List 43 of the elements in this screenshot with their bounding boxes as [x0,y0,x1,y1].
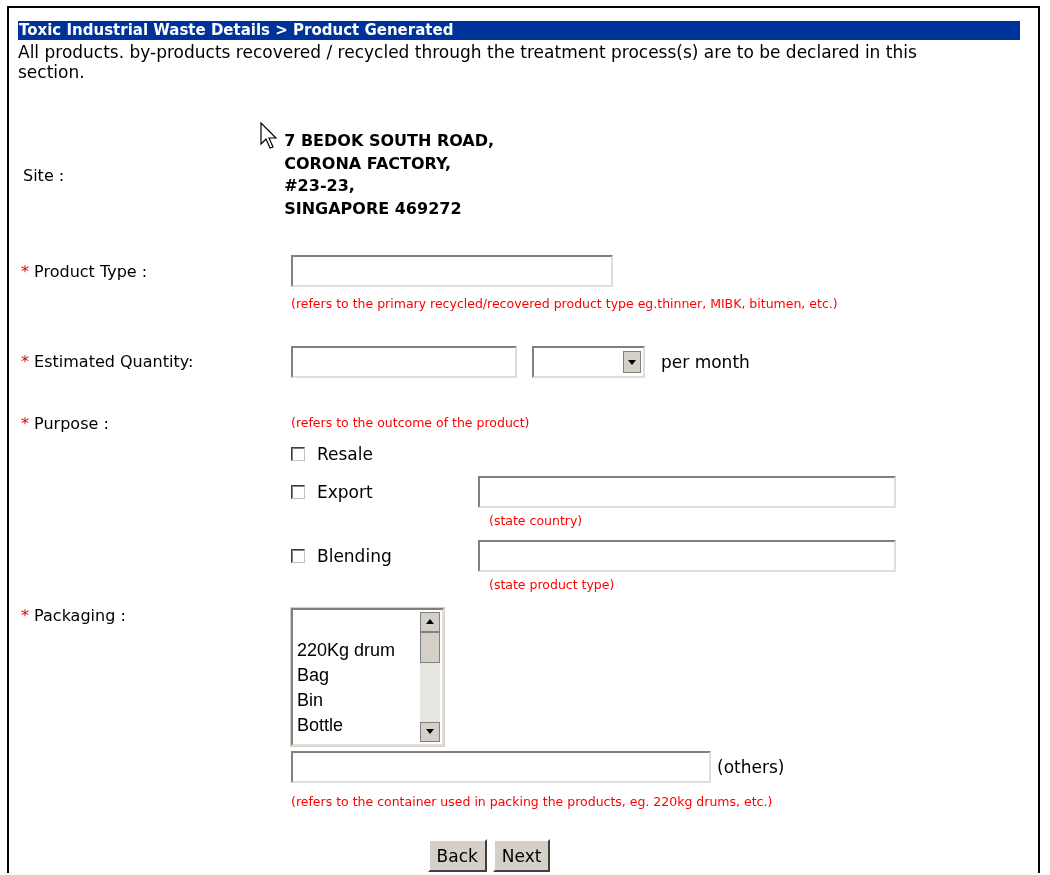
hint-text: (refers to the primary recycled/recovered product type eg.thinner, MIBK, bitumen, etc.) [291,295,838,313]
scrollbar[interactable] [420,612,440,742]
checkbox[interactable] [291,549,305,563]
text-field[interactable] [478,540,896,572]
address-line: #23-23, [284,175,356,197]
checkbox[interactable] [291,447,305,461]
hint-text: (state country) [489,512,584,530]
list-option[interactable]: 220Kg drum [297,638,420,663]
list-option[interactable]: Bin [297,688,420,713]
checkbox[interactable] [291,485,305,499]
unit-suffix: per month [661,352,750,372]
hint-text: (refers to the container used in packing the products, eg. 220kg drums, etc.) [291,793,773,811]
site-label: Site : [22,165,65,185]
others-label: (others) [717,757,785,777]
address-line: SINGAPORE 469272 [284,197,463,220]
next-button[interactable]: Next [492,839,551,872]
address-line: 7 BEDOK SOUTH ROAD, [284,130,495,152]
mouse-pointer-icon [260,122,278,150]
required-marker: * [21,606,29,625]
back-button[interactable]: Back [427,839,487,872]
list-option[interactable]: Bottle [297,713,420,738]
field-label: Packaging : [34,606,126,625]
required-marker: * [21,352,29,371]
section-description: All products. by-products recovered / recycled through the treatment process(s) are to be declared in this section. [18,42,918,82]
list-option[interactable]: Bag [297,663,420,688]
checkbox-label: Blending [317,546,393,566]
quantity-field[interactable] [291,346,517,378]
section-header-bar: Toxic Industrial Waste Details > Product Generated [18,21,1020,40]
address-line: CORONA FACTORY, [284,152,452,175]
checkbox-label: Resale [317,444,374,464]
packaging-listbox[interactable]: 220Kg drum Bag Bin Bottle [291,608,444,746]
unit-dropdown[interactable] [532,346,645,378]
product-type-field[interactable] [291,255,613,287]
field-label: Estimated Quantity: [34,352,194,371]
required-marker: * [21,414,29,433]
text-field[interactable] [478,476,896,508]
hint-text: (refers to the outcome of the product) [291,414,530,432]
checkbox-label: Export [317,482,374,502]
others-field[interactable] [291,751,711,783]
field-label: Product Type : [34,262,148,281]
field-label: Purpose : [34,414,109,433]
required-marker: * [21,262,29,281]
hint-text: (state product type) [489,576,616,594]
